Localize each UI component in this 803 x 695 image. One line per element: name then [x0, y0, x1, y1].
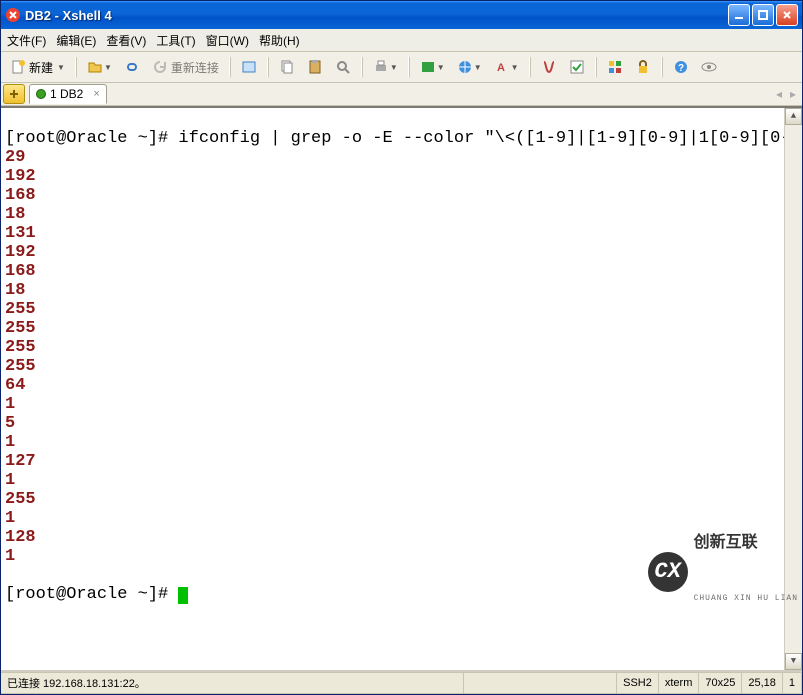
- maximize-button[interactable]: [752, 4, 774, 26]
- toolbar-separator: [267, 57, 269, 77]
- toolbar-separator: [661, 57, 663, 77]
- statusbar: 已连接 192.168.18.131:22。 SSH2 xterm 70x25 …: [1, 672, 802, 694]
- open-button[interactable]: ▼: [82, 55, 117, 79]
- lock-button[interactable]: [630, 55, 656, 79]
- watermark: CX 创新互联 CHUANG XIN HU LIAN: [648, 497, 798, 646]
- status-protocol: SSH2: [617, 673, 659, 693]
- status-connection: 已连接 192.168.18.131:22。: [1, 673, 464, 693]
- reconnect-button[interactable]: 重新连接: [147, 55, 224, 79]
- app-window: DB2 - Xshell 4 文件(F) 编辑(E) 查看(V) 工具(T) 窗…: [0, 0, 803, 695]
- menu-help[interactable]: 帮助(H): [259, 32, 300, 49]
- connected-indicator-icon: [36, 89, 46, 99]
- toolbar-separator: [595, 57, 597, 77]
- toolbar-separator: [408, 57, 410, 77]
- toolbar-separator: [75, 57, 77, 77]
- toolbar: 新建 ▼ ▼ 重新连接 ▼ ▼ ▼ A▼ ?: [1, 52, 802, 83]
- tiles-button[interactable]: [602, 55, 628, 79]
- xftp-button[interactable]: ▼: [415, 55, 450, 79]
- terminal-output: 29 192 168 18 131 192 168 18 255 255 255…: [5, 148, 36, 566]
- svg-text:?: ?: [678, 63, 684, 74]
- toolbar-separator: [229, 57, 231, 77]
- new-tab-button[interactable]: [3, 84, 25, 104]
- profile-button[interactable]: [236, 55, 262, 79]
- terminal-prompt: [root@Oracle ~]#: [5, 585, 188, 604]
- link-button[interactable]: [119, 55, 145, 79]
- tabbar: 1 DB2 × ◂ ▸: [1, 83, 802, 106]
- new-button-label: 新建: [29, 59, 53, 76]
- vertical-scrollbar[interactable]: ▲ ▼: [784, 108, 802, 670]
- dropdown-icon: ▼: [57, 63, 65, 72]
- menu-view[interactable]: 查看(V): [106, 32, 146, 49]
- info-button[interactable]: [696, 55, 722, 79]
- close-tab-icon[interactable]: ×: [93, 88, 99, 100]
- tab-db2[interactable]: 1 DB2 ×: [29, 84, 107, 104]
- check-button[interactable]: [564, 55, 590, 79]
- terminal-line: [root@Oracle ~]# ifconfig | grep -o -E -…: [5, 129, 802, 148]
- tab-scroll-right[interactable]: ▸: [786, 87, 800, 101]
- menu-edit[interactable]: 编辑(E): [56, 32, 96, 49]
- copy-button[interactable]: [274, 55, 300, 79]
- titlebar[interactable]: DB2 - Xshell 4: [1, 1, 802, 29]
- status-extra: 1: [783, 673, 802, 693]
- toolbar-separator: [361, 57, 363, 77]
- menubar: 文件(F) 编辑(E) 查看(V) 工具(T) 窗口(W) 帮助(H): [1, 29, 802, 52]
- tab-scroll-left[interactable]: ◂: [772, 87, 786, 101]
- scroll-track[interactable]: [785, 125, 802, 653]
- toolbar-separator: [529, 57, 531, 77]
- scroll-down-button[interactable]: ▼: [785, 653, 802, 670]
- scroll-up-button[interactable]: ▲: [785, 108, 802, 125]
- font-button[interactable]: A▼: [489, 55, 524, 79]
- window-buttons: [728, 4, 798, 26]
- globe-button[interactable]: ▼: [452, 55, 487, 79]
- menu-file[interactable]: 文件(F): [7, 32, 46, 49]
- watermark-logo: CX: [648, 552, 688, 592]
- script-button[interactable]: [536, 55, 562, 79]
- help-icon-button[interactable]: ?: [668, 55, 694, 79]
- watermark-sub: CHUANG XIN HU LIAN: [694, 589, 798, 608]
- minimize-button[interactable]: [728, 4, 750, 26]
- tab-label: 1 DB2: [50, 87, 83, 101]
- status-blank: [464, 673, 617, 693]
- status-size: 70x25: [699, 673, 742, 693]
- terminal[interactable]: [root@Oracle ~]# ifconfig | grep -o -E -…: [1, 106, 802, 672]
- close-button[interactable]: [776, 4, 798, 26]
- print-button[interactable]: ▼: [368, 55, 403, 79]
- window-title: DB2 - Xshell 4: [25, 8, 728, 23]
- cursor: [178, 587, 188, 604]
- menu-tools[interactable]: 工具(T): [156, 32, 195, 49]
- new-button[interactable]: 新建 ▼: [5, 55, 70, 79]
- menu-window[interactable]: 窗口(W): [206, 32, 249, 49]
- search-button[interactable]: [330, 55, 356, 79]
- status-term: xterm: [659, 673, 700, 693]
- paste-button[interactable]: [302, 55, 328, 79]
- reconnect-label: 重新连接: [171, 59, 219, 76]
- app-icon: [5, 7, 21, 23]
- status-cursor: 25,18: [742, 673, 783, 693]
- watermark-text: 创新互联: [694, 535, 798, 551]
- svg-text:A: A: [497, 62, 505, 74]
